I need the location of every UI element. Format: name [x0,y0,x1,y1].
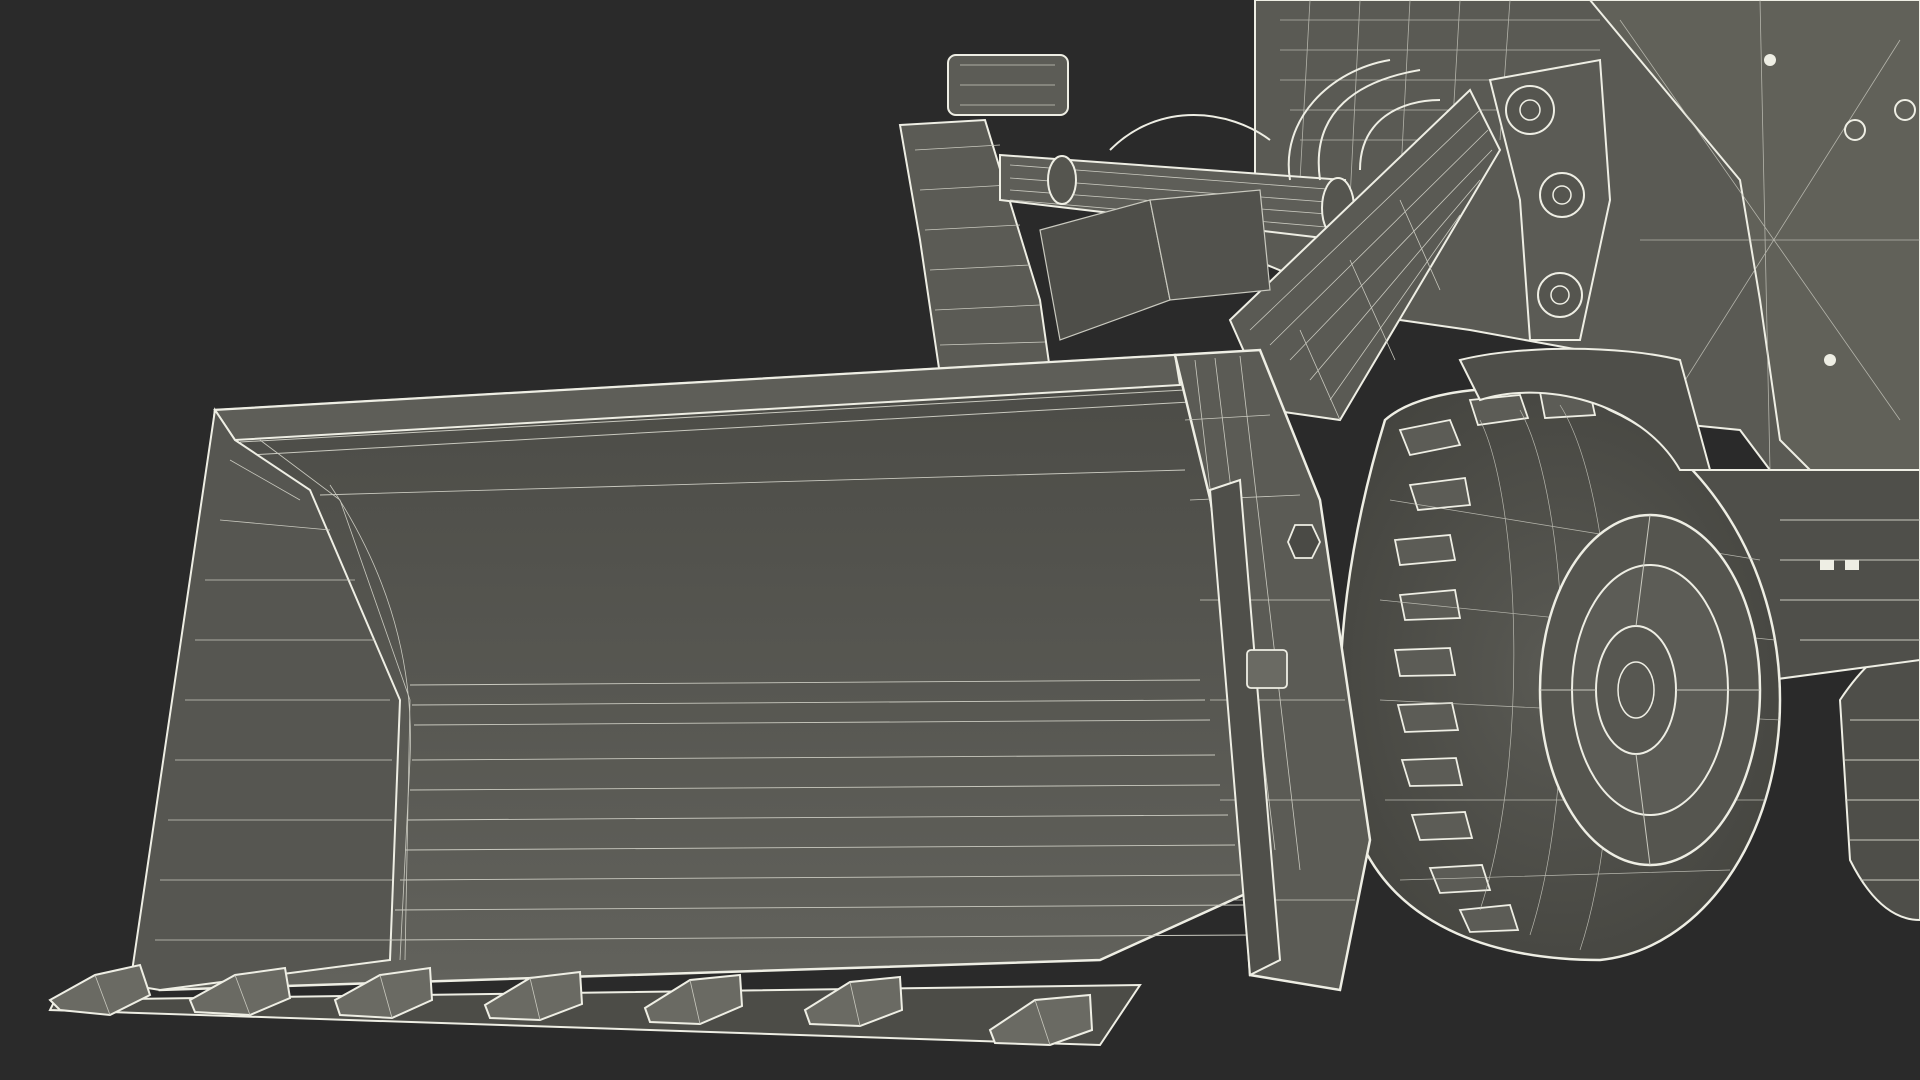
wheel-loader-wireframe-render [48,0,1920,1047]
front-tire [1338,347,1782,962]
render-viewport [0,0,1920,1080]
rear-tire [1838,638,1920,922]
wheel-rim [1538,513,1762,867]
bucket [48,348,1372,1047]
